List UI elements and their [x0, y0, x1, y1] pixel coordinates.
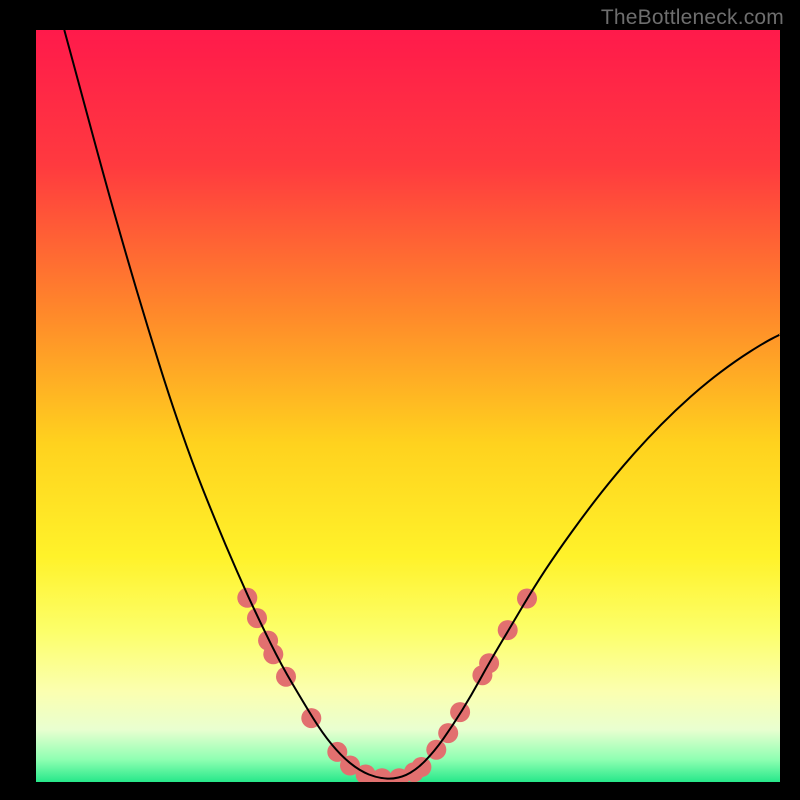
chart-frame: TheBottleneck.com	[0, 0, 800, 800]
bottleneck-curve	[64, 30, 780, 779]
watermark-label: TheBottleneck.com	[601, 6, 784, 30]
data-marker	[247, 608, 267, 628]
plot-area	[36, 30, 780, 782]
data-marker	[372, 768, 392, 782]
data-marker	[237, 588, 257, 608]
data-markers	[237, 588, 537, 782]
curve-layer	[36, 30, 780, 782]
data-marker	[411, 757, 431, 777]
